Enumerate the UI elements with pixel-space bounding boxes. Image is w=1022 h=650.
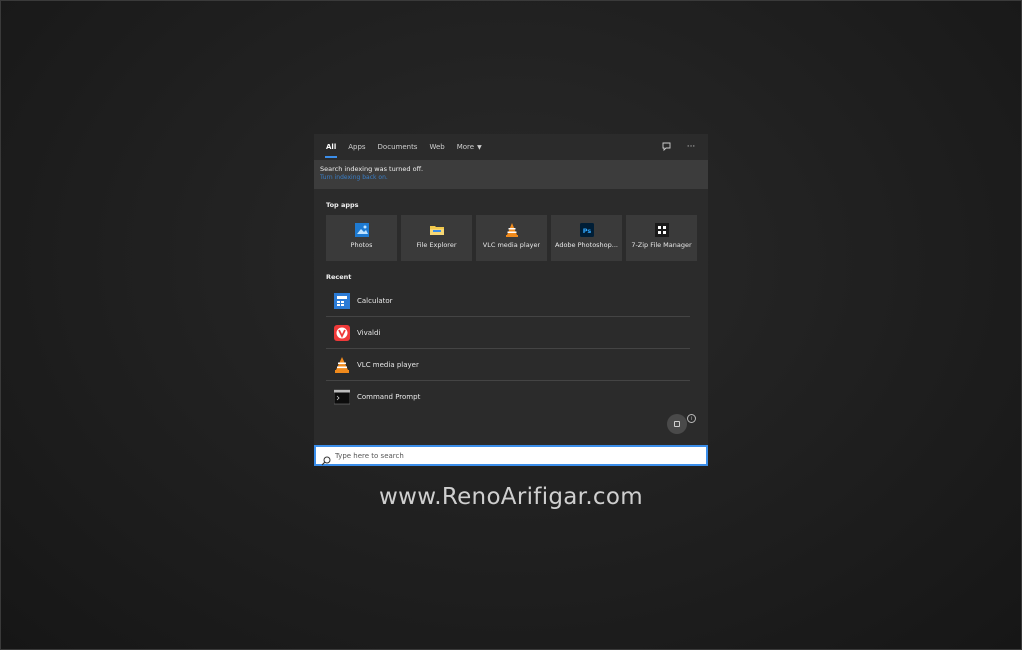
- photos-icon: [354, 222, 369, 237]
- tab-more[interactable]: More ▼: [451, 134, 488, 160]
- svg-text:Ps: Ps: [582, 227, 591, 235]
- tab-documents[interactable]: Documents: [372, 134, 424, 160]
- watermark: www.RenoArifigar.com: [379, 484, 643, 510]
- vlc-icon: [334, 356, 350, 373]
- app-tile-7zip[interactable]: 7-Zip File Manager: [626, 215, 697, 261]
- top-apps: Photos File Explorer VLC media player Ps…: [326, 215, 697, 261]
- banner-title: Search indexing was turned off.: [320, 165, 424, 173]
- indexing-banner: Search indexing was turned off. Turn ind…: [314, 160, 708, 189]
- vlc-icon: [505, 222, 519, 237]
- taskbar-search-box[interactable]: [314, 445, 708, 466]
- app-tile-photos[interactable]: Photos: [326, 215, 397, 261]
- tab-apps[interactable]: Apps: [342, 134, 371, 160]
- top-apps-label: Top apps: [326, 201, 359, 209]
- app-tile-file-explorer[interactable]: File Explorer: [401, 215, 472, 261]
- tab-web[interactable]: Web: [423, 134, 450, 160]
- recent-item-calculator[interactable]: Calculator: [326, 285, 690, 317]
- search-icon: [321, 451, 331, 465]
- screenshot-search-button[interactable]: [667, 414, 687, 434]
- banner-link[interactable]: Turn indexing back on.: [320, 174, 702, 182]
- recent-label: Recent: [326, 273, 352, 281]
- vivaldi-icon: [334, 324, 350, 341]
- more-options-icon[interactable]: ···: [684, 140, 698, 154]
- top-icons: ···: [660, 140, 698, 154]
- tab-all[interactable]: All: [320, 134, 342, 160]
- recent-item-vivaldi[interactable]: Vivaldi: [326, 317, 690, 349]
- search-panel: All Apps Documents Web More ▼ ··· Search …: [314, 134, 708, 466]
- recent-item-vlc[interactable]: VLC media player: [326, 349, 690, 381]
- feedback-icon[interactable]: [660, 140, 674, 154]
- app-tile-vlc[interactable]: VLC media player: [476, 215, 547, 261]
- chevron-down-icon: ▼: [477, 143, 482, 151]
- search-input[interactable]: [335, 451, 675, 460]
- recent-list: Calculator Vivaldi VLC media player Comm…: [326, 285, 690, 413]
- photoshop-icon: Ps: [579, 222, 594, 237]
- calculator-icon: [334, 292, 350, 309]
- file-explorer-icon: [429, 222, 444, 236]
- recent-item-command-prompt[interactable]: Command Prompt: [326, 381, 690, 413]
- app-tile-photoshop[interactable]: Ps Adobe Photoshop...: [551, 215, 622, 261]
- 7zip-icon: [654, 222, 669, 237]
- capture-icon: [674, 421, 680, 427]
- command-prompt-icon: [333, 389, 351, 405]
- info-icon[interactable]: i: [687, 414, 696, 423]
- search-tabs: All Apps Documents Web More ▼: [314, 134, 708, 160]
